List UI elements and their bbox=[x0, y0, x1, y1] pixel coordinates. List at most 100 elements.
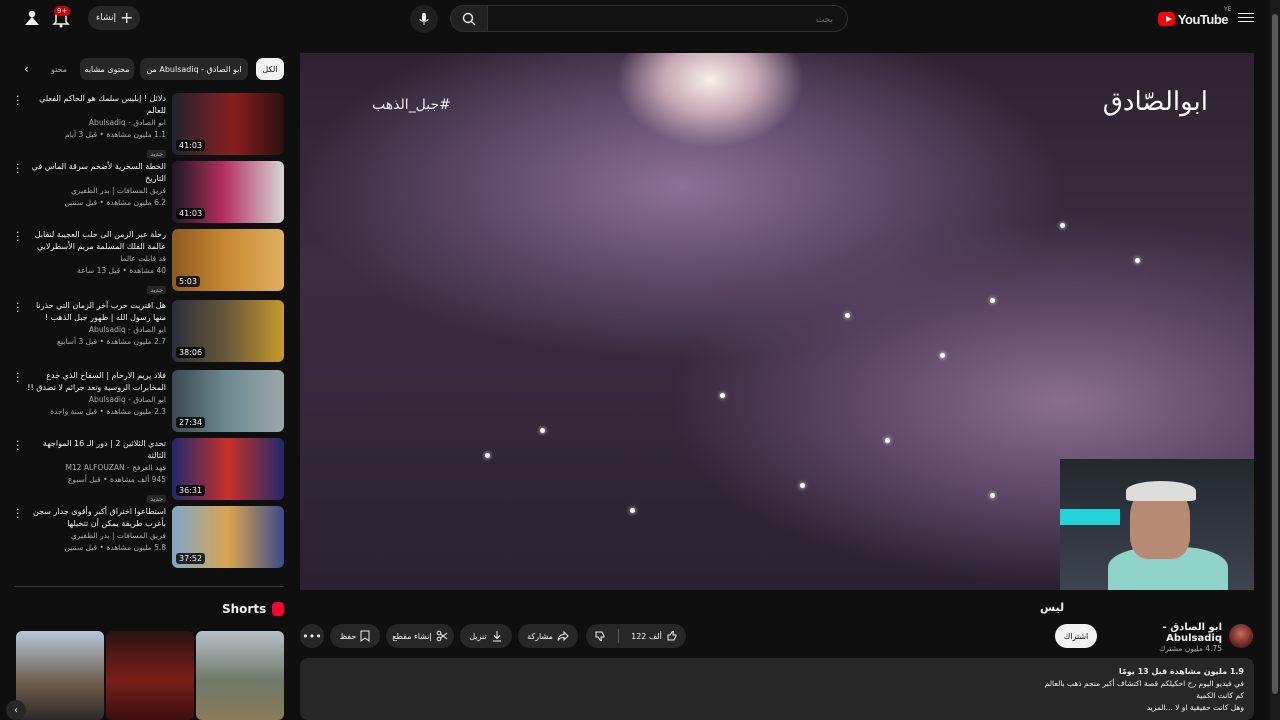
video-thumbnail[interactable]: 41:03 bbox=[172, 161, 284, 223]
search-button[interactable] bbox=[450, 5, 488, 32]
subscribe-button[interactable]: اشتراك bbox=[1055, 624, 1097, 648]
channel-name[interactable]: فريق المسافات | بدر الظفيري bbox=[22, 185, 166, 197]
short-thumbnail[interactable] bbox=[196, 631, 284, 720]
sparkle bbox=[940, 353, 945, 358]
channel-name[interactable]: ابو الصادق - Abulsadiq bbox=[22, 117, 166, 129]
like-icon[interactable] bbox=[666, 630, 678, 642]
description-box[interactable]: 1.9 مليون مشاهدة قبل 13 يومًا في فيديو ا… bbox=[300, 658, 1254, 720]
new-badge: جديد bbox=[147, 286, 166, 294]
more-horiz-icon[interactable]: ••• bbox=[300, 624, 324, 648]
video-meta: 6.2 مليون مشاهدة • قبل سنتين bbox=[64, 198, 166, 207]
like-count[interactable]: 122 ألف bbox=[631, 632, 662, 641]
list-item[interactable]: 37:52 استطاعوا اختراق أكبر وأقوى جدار سج… bbox=[14, 504, 284, 568]
video-player[interactable]: ابوالصّادق #جبل_الذهب bbox=[300, 53, 1254, 590]
user-icon[interactable] bbox=[22, 8, 42, 28]
video-meta: 5.8 مليون مشاهدة • قبل سنتين bbox=[64, 543, 166, 552]
list-item[interactable]: 27:34 فلاد يريم الارحام | السفاح الذي خد… bbox=[14, 368, 284, 432]
video-thumbnail[interactable]: 41:03 bbox=[172, 93, 284, 155]
search-input[interactable] bbox=[488, 5, 848, 32]
channel-name[interactable]: فريق المسافات | بدر الظفيري bbox=[22, 530, 166, 542]
video-title[interactable]: فلاد يريم الارحام | السفاح الذي خدع المخ… bbox=[22, 370, 166, 394]
channel-avatar[interactable] bbox=[1229, 624, 1253, 648]
list-item[interactable]: 36:31 تحدي الثلاثين 2 | دور الـ 16 الموا… bbox=[14, 436, 284, 503]
sparkle bbox=[485, 453, 490, 458]
video-title[interactable]: هل اقتربت حرب آخر الزمان التي حذرنا منها… bbox=[22, 300, 166, 324]
download-button[interactable]: تنزيل bbox=[460, 624, 512, 648]
video-thumbnail[interactable]: 36:31 bbox=[172, 438, 284, 500]
chevron-left-icon[interactable]: ‹ bbox=[6, 700, 26, 720]
scrollbar-thumb[interactable] bbox=[1272, 14, 1278, 694]
video-info: استطاعوا اختراق أكبر وأقوى جدار سجن بأغر… bbox=[22, 506, 166, 554]
chip-related[interactable]: محتوى مشابه bbox=[80, 58, 134, 80]
video-thumbnail[interactable]: 5:03 bbox=[172, 229, 284, 291]
video-title[interactable]: تحدي الثلاثين 2 | دور الـ 16 المواجهة ال… bbox=[22, 438, 166, 462]
create-button[interactable]: إنشاء + bbox=[88, 6, 140, 30]
video-title[interactable]: الخطة السحرية لأضخم سرقة الماس في التاري… bbox=[22, 161, 166, 185]
chip-from-channel[interactable]: من Abulsadiq - ابو الصادق bbox=[140, 58, 248, 80]
sparkle bbox=[1135, 258, 1140, 263]
bookmark-icon bbox=[360, 630, 370, 642]
video-thumbnail[interactable]: 37:52 bbox=[172, 506, 284, 568]
video-duration: 37:52 bbox=[176, 553, 206, 564]
voice-search-button[interactable] bbox=[410, 5, 438, 33]
video-meta: 40 مشاهدة • قبل 13 ساعة bbox=[77, 266, 166, 275]
video-thumbnail[interactable]: 38:06 bbox=[172, 300, 284, 362]
share-button[interactable]: مشاركة bbox=[518, 624, 578, 648]
chip-all[interactable]: الكل bbox=[256, 58, 284, 80]
channel-watermark: ابوالصّادق bbox=[1102, 87, 1208, 117]
more-vert-icon[interactable]: · · · bbox=[16, 436, 24, 455]
more-vert-icon[interactable]: · · · bbox=[16, 91, 24, 110]
channel-name[interactable]: ابو الصادق - Abulsadiq bbox=[22, 324, 166, 336]
notifications-button[interactable]: 9+ bbox=[50, 6, 74, 30]
channel-name[interactable]: ابو الصادق - Abulsadiq bbox=[1104, 622, 1222, 644]
scissors-icon bbox=[436, 630, 448, 642]
youtube-play-icon bbox=[1158, 12, 1175, 26]
video-duration: 36:31 bbox=[176, 485, 206, 496]
webcam-overlay bbox=[1060, 459, 1254, 590]
list-item[interactable]: 38:06 هل اقتربت حرب آخر الزمان التي حذرن… bbox=[14, 298, 284, 362]
video-duration: 5:03 bbox=[176, 276, 200, 287]
video-info: رحلة عبر الزمن الى حلب العجيبة لنقابل عا… bbox=[22, 229, 166, 296]
description-line[interactable]: وهل كانت حقيقية او لا ...المزيد bbox=[310, 702, 1244, 714]
video-meta: 2.3 مليون مشاهدة • قبل سنة واحدة bbox=[50, 407, 166, 416]
video-duration: 27:34 bbox=[176, 417, 206, 428]
filter-chips: ‹ محتو محتوى مشابه من Abulsadiq - ابو ال… bbox=[20, 58, 286, 80]
shorts-icon bbox=[272, 602, 285, 616]
list-item[interactable]: 41:03 دلائل ! إبليس سلمك هو الحاكم الفعل… bbox=[14, 91, 284, 158]
video-thumbnail[interactable]: 27:34 bbox=[172, 370, 284, 432]
description-line: كم كانت الكمية bbox=[1196, 691, 1244, 700]
more-vert-icon[interactable]: · · · bbox=[16, 227, 24, 246]
description-line: في فيديو اليوم رح احكيلكم قصة اكتشاف أكب… bbox=[1044, 679, 1244, 688]
video-title[interactable]: دلائل ! إبليس سلمك هو الحاكم الفعلي للعا… bbox=[22, 93, 166, 117]
video-info: فلاد يريم الارحام | السفاح الذي خدع المخ… bbox=[22, 370, 166, 418]
more-vert-icon[interactable]: · · · bbox=[16, 368, 24, 387]
chevron-left-icon[interactable]: ‹ bbox=[24, 62, 29, 76]
short-thumbnail[interactable] bbox=[16, 631, 104, 720]
clip-button[interactable]: إنشاء مقطع bbox=[386, 624, 454, 648]
video-info: دلائل ! إبليس سلمك هو الحاكم الفعلي للعا… bbox=[22, 93, 166, 160]
video-info: الخطة السحرية لأضخم سرقة الماس في التاري… bbox=[22, 161, 166, 209]
channel-name[interactable]: ابو الصادق - Abulsadiq bbox=[22, 394, 166, 406]
more-vert-icon[interactable]: · · · bbox=[16, 298, 24, 317]
short-thumbnail[interactable] bbox=[106, 631, 194, 720]
dislike-icon[interactable] bbox=[594, 630, 606, 642]
subscriber-count: 4.75 مليون مشترك bbox=[1159, 644, 1222, 653]
menu-icon[interactable] bbox=[1238, 10, 1254, 26]
create-label: إنشاء bbox=[96, 13, 117, 23]
download-label: تنزيل bbox=[469, 631, 487, 641]
chip-partial[interactable]: محتو bbox=[48, 58, 70, 80]
channel-name[interactable]: قد قابلت عالما bbox=[22, 253, 166, 265]
share-label: مشاركة bbox=[527, 631, 553, 641]
video-title[interactable]: رحلة عبر الزمن الى حلب العجيبة لنقابل عا… bbox=[22, 229, 166, 253]
more-vert-icon[interactable]: · · · bbox=[16, 504, 24, 523]
shorts-label: Shorts bbox=[222, 602, 267, 616]
sparkle bbox=[540, 428, 545, 433]
video-title[interactable]: استطاعوا اختراق أكبر وأقوى جدار سجن بأغر… bbox=[22, 506, 166, 530]
save-button[interactable]: حفظ bbox=[330, 624, 380, 648]
list-item[interactable]: 41:03 الخطة السحرية لأضخم سرقة الماس في … bbox=[14, 159, 284, 223]
youtube-logo[interactable]: YouTube YE bbox=[1158, 6, 1232, 29]
channel-name[interactable]: فهد العرفج - M12 ALFOUZAN bbox=[22, 462, 166, 474]
logo-country: YE bbox=[1224, 6, 1232, 13]
more-vert-icon[interactable]: · · · bbox=[16, 159, 24, 178]
list-item[interactable]: 5:03 رحلة عبر الزمن الى حلب العجيبة لنقا… bbox=[14, 227, 284, 294]
